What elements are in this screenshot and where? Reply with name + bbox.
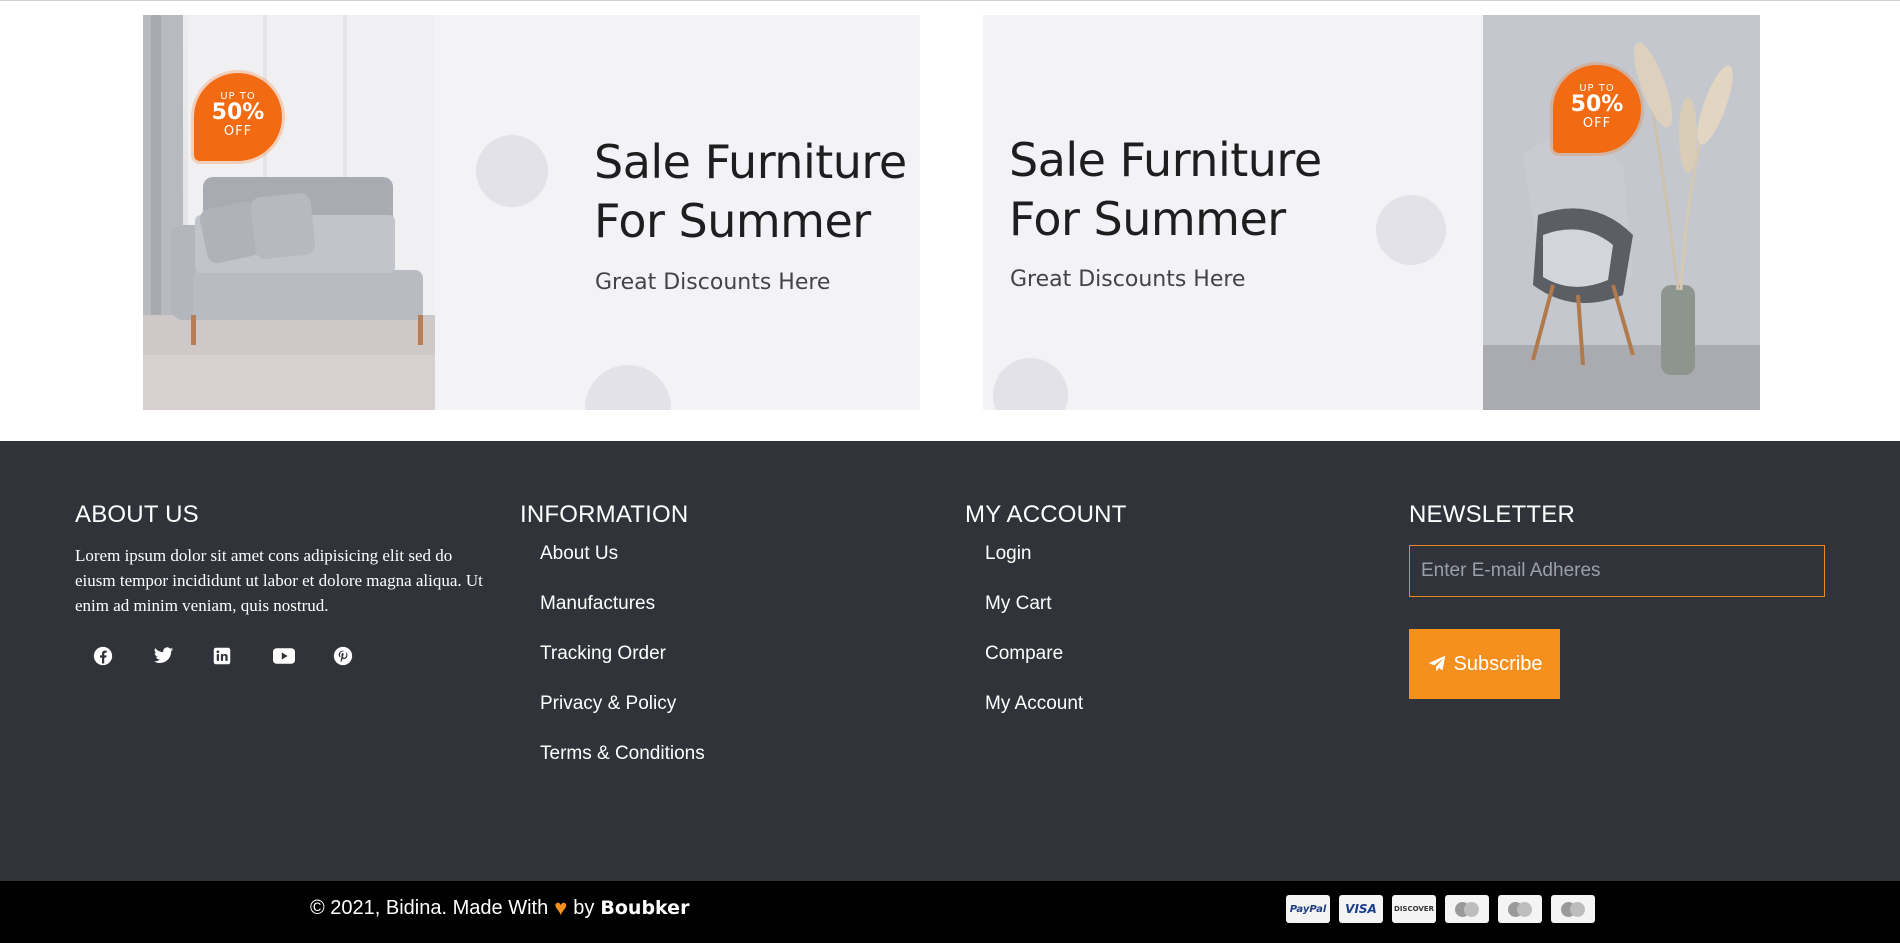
badge-bottom-text: OFF: [1582, 116, 1612, 131]
heart-icon: ♥: [554, 895, 568, 920]
paper-plane-icon: [1428, 655, 1445, 672]
paypal-card-icon: PayPal: [1286, 895, 1330, 923]
badge-bottom-text: OFF: [223, 124, 253, 139]
youtube-icon[interactable]: [273, 643, 333, 669]
visa-card-icon: VISA: [1339, 895, 1383, 923]
linkedin-icon[interactable]: [213, 643, 273, 669]
top-divider: [0, 0, 1900, 1]
footer-information-column: INFORMATION About Us Manufactures Tracki…: [520, 501, 705, 793]
discount-badge: UP TO 50% OFF: [1553, 65, 1641, 153]
promo-banner-chair[interactable]: UP TO 50% OFF Sale Furniture For Summer …: [983, 15, 1760, 410]
about-heading: ABOUT US: [75, 501, 199, 528]
promo-banner-row: UP TO 50% OFF Sale Furniture For Summer …: [143, 15, 1760, 410]
footer-link-tracking-order[interactable]: Tracking Order: [520, 643, 705, 693]
badge-value: 50%: [211, 100, 265, 125]
social-links: [93, 643, 490, 669]
banner-title: Sale Furniture For Summer: [1009, 131, 1322, 249]
footer-link-about-us[interactable]: About Us: [520, 543, 705, 593]
about-text: Lorem ipsum dolor sit amet cons adipisic…: [75, 546, 483, 615]
footer-account-column: MY ACCOUNT Login My Cart Compare My Acco…: [965, 501, 1127, 743]
bottom-bar: © 2021, Bidina. Made With ♥ by Boubker P…: [0, 881, 1900, 943]
account-heading: MY ACCOUNT: [965, 501, 1127, 528]
newsletter-email-input[interactable]: [1409, 545, 1825, 597]
maestro-card-icon: [1551, 895, 1595, 923]
banner-title-line1: Sale Furniture: [1009, 133, 1322, 187]
banner-title-line2: For Summer: [594, 194, 871, 248]
decor-circle: [585, 365, 671, 410]
facebook-icon[interactable]: [93, 643, 153, 669]
information-heading: INFORMATION: [520, 501, 689, 528]
footer-link-login[interactable]: Login: [965, 543, 1127, 593]
copyright: © 2021, Bidina. Made With ♥ by Boubker: [310, 895, 689, 921]
footer-link-privacy-policy[interactable]: Privacy & Policy: [520, 693, 705, 743]
account-links: Login My Cart Compare My Account: [965, 543, 1127, 743]
pinterest-icon[interactable]: [333, 643, 393, 669]
sofa-illustration: [143, 15, 435, 410]
footer-link-compare[interactable]: Compare: [965, 643, 1127, 693]
copyright-by: by: [573, 896, 595, 919]
twitter-icon[interactable]: [153, 643, 213, 669]
author-name[interactable]: Boubker: [600, 897, 689, 919]
banner-subtitle: Great Discounts Here: [1010, 267, 1246, 292]
discount-badge: UP TO 50% OFF: [194, 73, 282, 161]
footer-link-terms-conditions[interactable]: Terms & Conditions: [520, 743, 705, 793]
cirrus-card-icon: [1498, 895, 1542, 923]
mastercard-card-icon: [1445, 895, 1489, 923]
subscribe-button[interactable]: Subscribe: [1409, 629, 1560, 699]
footer-link-my-cart[interactable]: My Cart: [965, 593, 1127, 643]
footer-about-column: ABOUT US Lorem ipsum dolor sit amet cons…: [75, 501, 490, 669]
banner-subtitle: Great Discounts Here: [595, 270, 831, 295]
information-links: About Us Manufactures Tracking Order Pri…: [520, 543, 705, 793]
footer-link-manufactures[interactable]: Manufactures: [520, 593, 705, 643]
promo-banner-sofa[interactable]: UP TO 50% OFF Sale Furniture For Summer …: [143, 15, 920, 410]
banner-title-line2: For Summer: [1009, 192, 1286, 246]
footer-link-my-account[interactable]: My Account: [965, 693, 1127, 743]
copyright-text: © 2021, Bidina. Made With: [310, 896, 549, 919]
sofa-photo: [143, 15, 435, 410]
site-footer: ABOUT US Lorem ipsum dolor sit amet cons…: [0, 441, 1900, 881]
decor-circle: [993, 358, 1068, 410]
banner-title-line1: Sale Furniture: [594, 135, 907, 189]
newsletter-heading: NEWSLETTER: [1409, 501, 1576, 528]
payment-methods: PayPal VISA DISCOVER: [1286, 895, 1595, 923]
footer-newsletter-column: NEWSLETTER Subscribe: [1409, 501, 1825, 699]
banner-title: Sale Furniture For Summer: [594, 133, 907, 251]
discover-card-icon: DISCOVER: [1392, 895, 1436, 923]
subscribe-button-label: Subscribe: [1453, 652, 1543, 675]
badge-value: 50%: [1570, 92, 1624, 117]
decor-circle: [476, 135, 548, 207]
decor-circle: [1376, 195, 1446, 265]
